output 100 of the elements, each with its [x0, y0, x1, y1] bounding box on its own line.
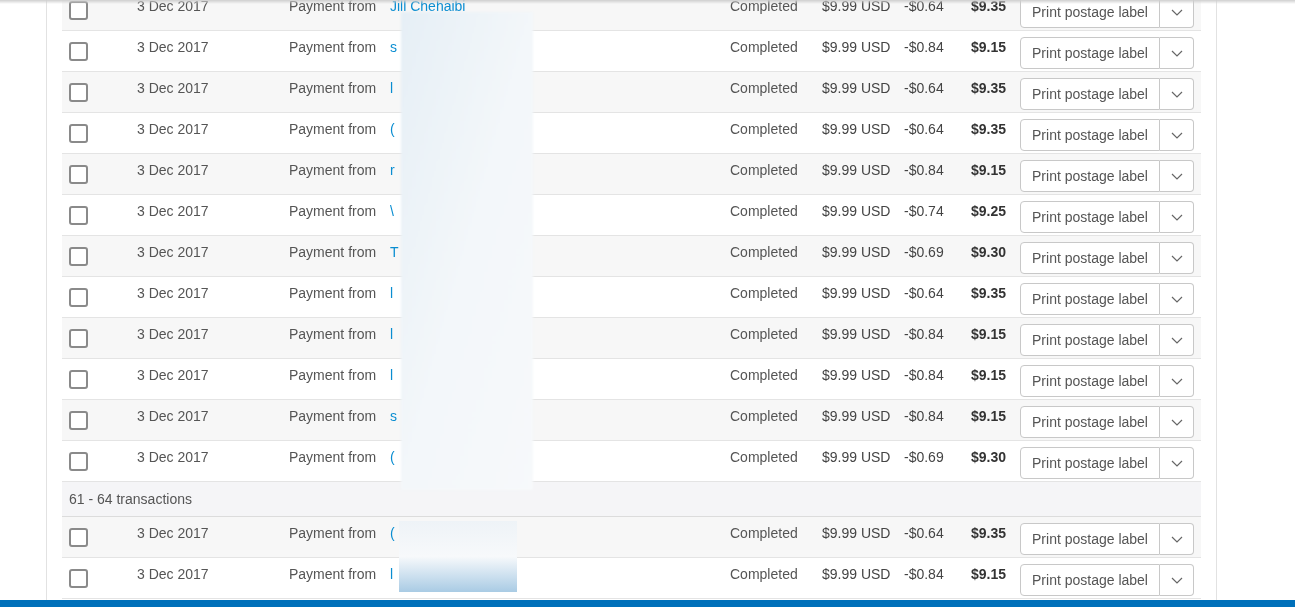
checkbox[interactable] — [69, 527, 88, 547]
gross-amount: $9.99 USD — [822, 407, 891, 424]
net-amount: $9.25 — [971, 202, 1007, 219]
payer-name-link[interactable]: s — [390, 407, 397, 424]
date-text: 3 Dec 2017 — [137, 79, 209, 96]
checkbox[interactable] — [69, 568, 88, 588]
chevron-down-icon — [1170, 459, 1183, 467]
checkbox[interactable] — [69, 41, 88, 61]
status-text: Completed — [730, 325, 798, 342]
transaction-type: Payment from — [289, 407, 377, 424]
net-amount: $9.15 — [971, 565, 1007, 582]
payer-name-link[interactable]: ( — [390, 120, 395, 137]
date-text: 3 Dec 2017 — [137, 0, 209, 14]
chevron-down-icon — [1170, 131, 1183, 139]
print-label-button[interactable]: Print postage label — [1020, 324, 1160, 356]
date-text: 3 Dec 2017 — [137, 284, 209, 301]
checkbox[interactable] — [69, 328, 88, 348]
gross-amount: $9.99 USD — [822, 38, 891, 55]
status-text: Completed — [730, 0, 798, 14]
print-label-button[interactable]: Print postage label — [1020, 447, 1160, 479]
print-label-button[interactable]: Print postage label — [1020, 242, 1160, 274]
print-label-button[interactable]: Print postage label — [1020, 523, 1160, 555]
checkbox[interactable] — [69, 82, 88, 102]
checkbox[interactable] — [69, 246, 88, 266]
date-text: 3 Dec 2017 — [137, 161, 209, 178]
net-amount: $9.35 — [971, 284, 1007, 301]
payer-name-link[interactable]: l — [390, 565, 394, 582]
payer-name-link[interactable]: s — [390, 38, 397, 55]
payer-name-link[interactable]: T — [390, 243, 399, 260]
net-amount: $9.35 — [971, 120, 1007, 137]
status-text: Completed — [730, 448, 798, 465]
date-text: 3 Dec 2017 — [137, 524, 209, 541]
payer-name-link[interactable]: l — [390, 366, 394, 383]
status-text: Completed — [730, 407, 798, 424]
print-label-button[interactable]: Print postage label — [1020, 78, 1160, 110]
net-amount: $9.35 — [971, 79, 1007, 96]
fee-amount: -$0.64 — [904, 284, 944, 301]
status-text: Completed — [730, 38, 798, 55]
status-text: Completed — [730, 202, 798, 219]
gross-amount: $9.99 USD — [822, 79, 891, 96]
checkbox[interactable] — [69, 0, 88, 20]
fee-amount: -$0.84 — [904, 565, 944, 582]
date-text: 3 Dec 2017 — [137, 243, 209, 260]
payer-name-link[interactable]: ( — [390, 448, 395, 465]
checkbox[interactable] — [69, 410, 88, 430]
fee-amount: -$0.69 — [904, 243, 944, 260]
payer-name-link[interactable]: \ — [390, 202, 394, 219]
fee-amount: -$0.64 — [904, 79, 944, 96]
checkbox[interactable] — [69, 123, 88, 143]
transactions-count: 61 - 64 transactions — [69, 489, 192, 509]
fee-amount: -$0.84 — [904, 325, 944, 342]
chevron-down-icon — [1170, 377, 1183, 385]
status-text: Completed — [730, 565, 798, 582]
transaction-type: Payment from — [289, 524, 377, 541]
chevron-down-icon — [1170, 336, 1183, 344]
gross-amount: $9.99 USD — [822, 243, 891, 260]
print-label-button[interactable]: Print postage label — [1020, 365, 1160, 397]
chevron-down-icon — [1170, 90, 1183, 98]
status-text: Completed — [730, 243, 798, 260]
checkbox[interactable] — [69, 287, 88, 307]
print-label-button[interactable]: Print postage label — [1020, 0, 1160, 28]
print-label-button[interactable]: Print postage label — [1020, 160, 1160, 192]
print-label-button[interactable]: Print postage label — [1020, 564, 1160, 596]
transaction-type: Payment from — [289, 120, 377, 137]
print-label-button[interactable]: Print postage label — [1020, 406, 1160, 438]
date-text: 3 Dec 2017 — [137, 565, 209, 582]
date-text: 3 Dec 2017 — [137, 366, 209, 383]
gross-amount: $9.99 USD — [822, 325, 891, 342]
net-amount: $9.15 — [971, 366, 1007, 383]
fee-amount: -$0.84 — [904, 38, 944, 55]
payer-name-link[interactable]: l — [390, 284, 394, 301]
transaction-type: Payment from — [289, 161, 377, 178]
print-label-button[interactable]: Print postage label — [1020, 37, 1160, 69]
chevron-down-icon — [1170, 295, 1183, 303]
date-text: 3 Dec 2017 — [137, 120, 209, 137]
gross-amount: $9.99 USD — [822, 524, 891, 541]
chevron-down-icon — [1170, 172, 1183, 180]
date-text: 3 Dec 2017 — [137, 407, 209, 424]
print-label-button[interactable]: Print postage label — [1020, 201, 1160, 233]
chevron-down-icon — [1170, 213, 1183, 221]
transaction-type: Payment from — [289, 0, 377, 14]
gross-amount: $9.99 USD — [822, 565, 891, 582]
fee-amount: -$0.84 — [904, 366, 944, 383]
print-label-button[interactable]: Print postage label — [1020, 119, 1160, 151]
checkbox[interactable] — [69, 451, 88, 471]
print-label-button[interactable]: Print postage label — [1020, 283, 1160, 315]
net-amount: $9.35 — [971, 524, 1007, 541]
fee-amount: -$0.64 — [904, 0, 944, 14]
gross-amount: $9.99 USD — [822, 448, 891, 465]
checkbox[interactable] — [69, 164, 88, 184]
date-text: 3 Dec 2017 — [137, 325, 209, 342]
status-text: Completed — [730, 120, 798, 137]
net-amount: $9.30 — [971, 243, 1007, 260]
checkbox[interactable] — [69, 205, 88, 225]
gross-amount: $9.99 USD — [822, 0, 891, 14]
gross-amount: $9.99 USD — [822, 202, 891, 219]
transaction-type: Payment from — [289, 325, 377, 342]
transaction-type: Payment from — [289, 202, 377, 219]
gross-amount: $9.99 USD — [822, 161, 891, 178]
checkbox[interactable] — [69, 369, 88, 389]
